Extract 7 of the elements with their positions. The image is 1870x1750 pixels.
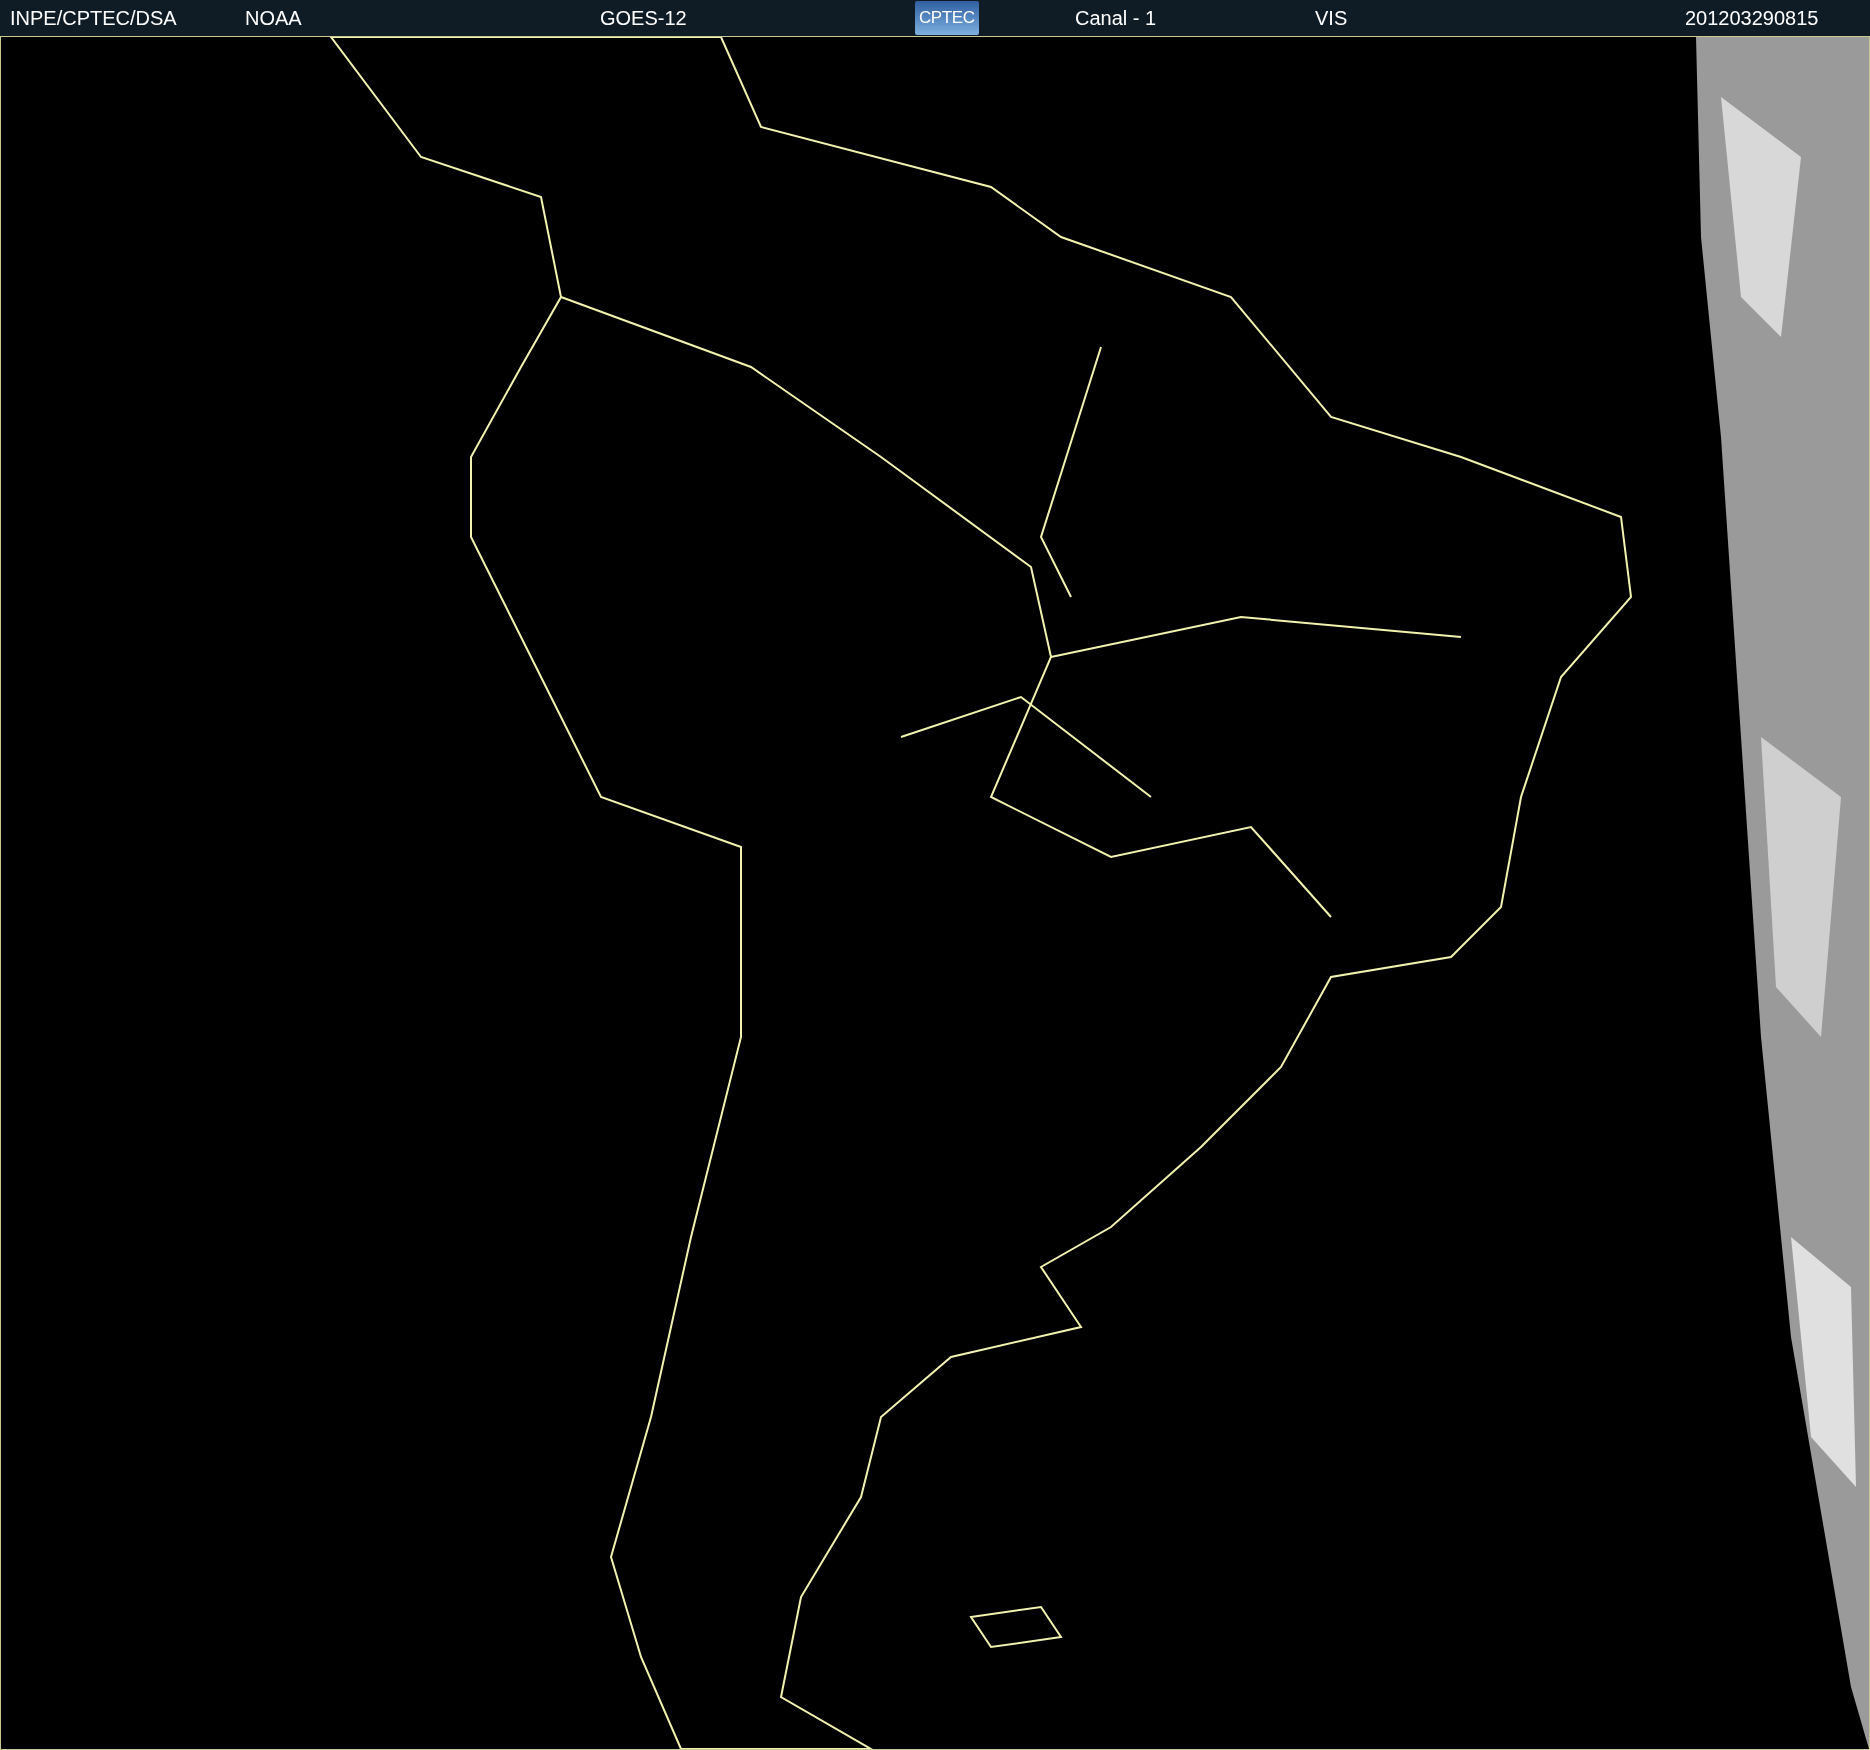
header-label: GOES-12 [600,6,687,31]
header-label: INPE/CPTEC/DSA [10,6,177,31]
header-label: 201203290815 [1685,6,1819,31]
header-label: VIS [1315,6,1348,31]
header-label: NOAA [245,6,302,31]
header-label: Canal - 1 [1075,6,1157,31]
logo: CPTEC [915,1,979,35]
